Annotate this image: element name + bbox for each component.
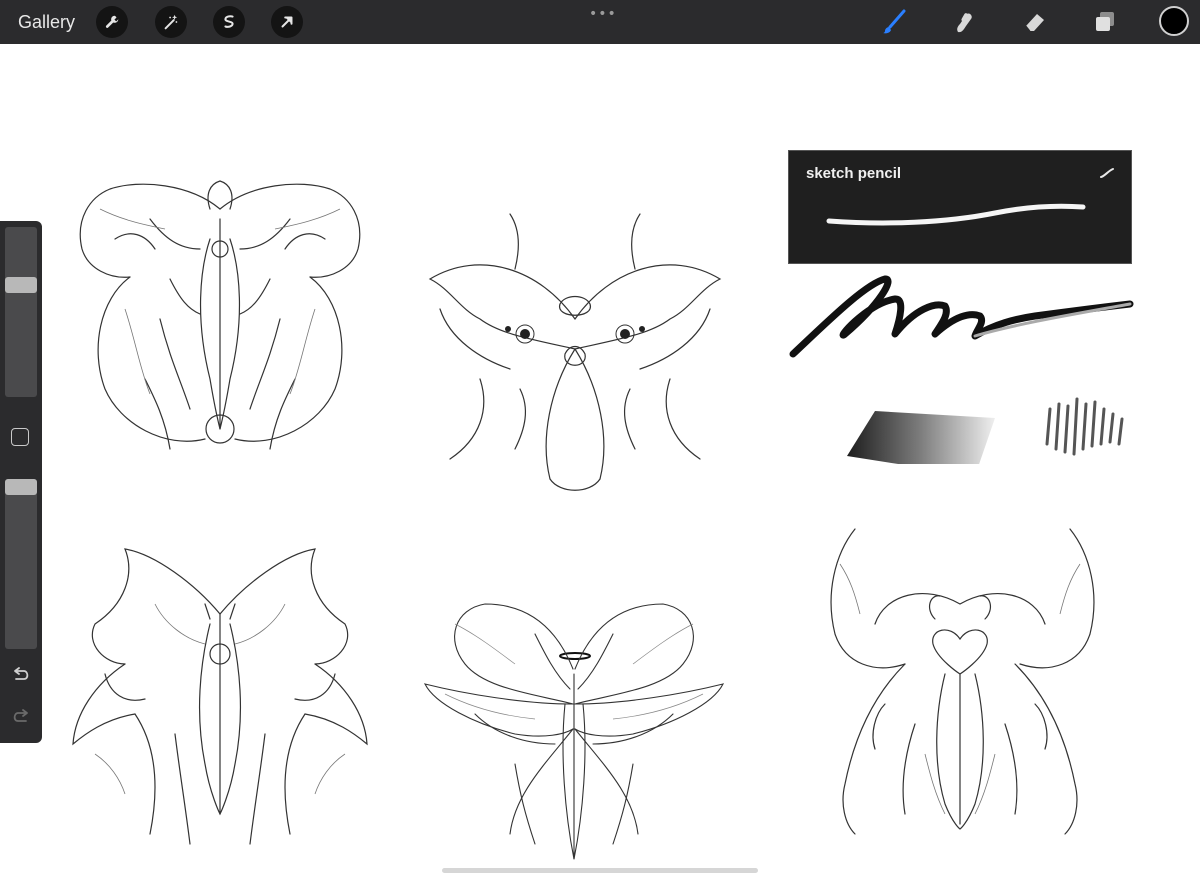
home-indicator[interactable]	[442, 868, 758, 873]
modifier-square-icon[interactable]	[11, 428, 29, 446]
brush-settings-icon[interactable]	[1099, 167, 1115, 179]
brush-size-slider[interactable]	[5, 227, 37, 397]
top-toolbar: Gallery •••	[0, 0, 1200, 44]
redo-icon[interactable]	[10, 707, 32, 727]
drawing-canvas[interactable]: sketch pencil	[0, 44, 1200, 873]
moth-sketch	[79, 180, 361, 450]
selection-icon[interactable]	[213, 6, 245, 38]
brush-preview-card[interactable]: sketch pencil	[788, 150, 1132, 264]
more-options-dots[interactable]: •••	[589, 6, 617, 22]
opacity-slider[interactable]	[5, 479, 37, 649]
horned-ornament-sketch	[72, 548, 368, 845]
magic-wand-icon[interactable]	[155, 6, 187, 38]
undo-icon[interactable]	[10, 665, 32, 685]
gallery-button[interactable]: Gallery	[18, 12, 75, 33]
brush-icon[interactable]	[878, 6, 910, 38]
eraser-icon[interactable]	[1019, 6, 1051, 38]
brush-name: sketch pencil	[806, 165, 902, 182]
brush-size-thumb[interactable]	[5, 277, 37, 293]
angel-moth-sketch	[423, 603, 725, 860]
brush-test-strokes	[789, 275, 1134, 464]
left-sidebar	[0, 221, 42, 743]
brush-stroke-preview	[826, 203, 1086, 226]
opacity-thumb[interactable]	[5, 479, 37, 495]
transform-arrow-icon[interactable]	[271, 6, 303, 38]
color-swatch[interactable]	[1159, 6, 1189, 36]
wrench-icon[interactable]	[96, 6, 128, 38]
layers-icon[interactable]	[1089, 6, 1121, 38]
heart-crest-sketch	[830, 528, 1095, 835]
smudge-icon[interactable]	[948, 6, 980, 38]
winged-crest-sketch	[428, 213, 722, 491]
